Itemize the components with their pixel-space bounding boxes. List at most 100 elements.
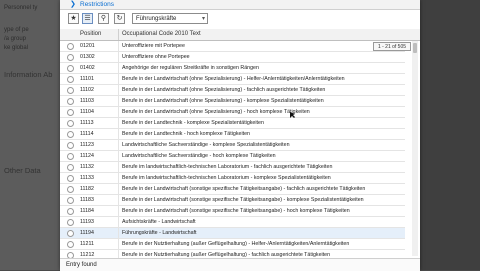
row-radio-button[interactable] [67,153,74,160]
table-row[interactable]: 11183 Berufe in der Landwirtschaft (sonst… [60,195,405,206]
table-row[interactable]: 11124 Landwirtschaftliche Sachverständige… [60,151,405,162]
row-radio-button[interactable] [67,131,74,138]
row-divider [118,74,119,84]
row-occupation-text: Berufe in der Landtechnik - hoch komplex… [122,131,250,137]
row-position-code: 11114 [80,131,94,137]
row-divider [118,206,119,216]
table-row[interactable]: 01201 Unteroffiziere mit Portepee [60,41,405,52]
row-occupation-text: Berufe im landwirtschaftlich-technischen… [122,164,333,170]
row-occupation-text: Unteroffiziere mit Portepee [122,43,185,49]
row-radio-button[interactable] [67,142,74,149]
row-occupation-text: Landwirtschaftliche Sachverständige - ho… [122,153,276,159]
row-occupation-text: Berufe in der Landwirtschaft (ohne Spezi… [122,87,326,93]
row-occupation-text: Berufe in der Landwirtschaft (sonstige s… [122,186,366,192]
table-row[interactable]: 01302 Unteroffiziere ohne Portepee [60,52,405,63]
row-divider [118,118,119,128]
row-radio-button[interactable] [67,164,74,171]
row-radio-button[interactable] [67,65,74,72]
search-icon[interactable]: ⚲ [98,13,109,24]
table-row[interactable]: 11102 Berufe in der Landwirtschaft (ohne … [60,85,405,96]
status-text: Entry found [66,262,97,268]
table-row[interactable]: 11101 Berufe in der Landwirtschaft (ohne … [60,74,405,85]
column-divider[interactable] [118,29,119,40]
row-radio-button[interactable] [67,54,74,61]
row-occupation-text: Berufe im landwirtschaftlich-technischen… [122,175,331,181]
row-position-code: 11113 [80,120,94,126]
table-row[interactable]: 11104 Berufe in der Landwirtschaft (ohne … [60,107,405,118]
filter-icon[interactable]: ☰ [82,13,93,24]
status-bar: Entry found [60,258,420,271]
row-occupation-text: Führungskräfte - Landwirtschaft [122,230,197,236]
row-position-code: 11102 [80,87,94,93]
table-row[interactable]: 11114 Berufe in der Landtechnik - hoch ko… [60,129,405,140]
background-label: ype of pe [4,27,29,33]
row-position-code: 01201 [80,43,95,49]
expand-chevron-icon[interactable]: ❯ [70,0,76,9]
vertical-scrollbar[interactable] [412,41,418,256]
table-row[interactable]: 11211 Berufe in der Nutztierhaltung (auße… [60,239,405,250]
row-position-code: 11123 [80,142,94,148]
row-counter: 1 - 21 of 505 [373,42,411,51]
row-occupation-text: Berufe in der Landwirtschaft (ohne Spezi… [122,109,310,115]
row-radio-button[interactable] [67,208,74,215]
row-radio-button[interactable] [67,219,74,226]
row-radio-button[interactable] [67,197,74,204]
row-radio-button[interactable] [67,230,74,237]
table-row[interactable]: 11132 Berufe im landwirtschaftlich-techni… [60,162,405,173]
row-divider [118,151,119,161]
row-divider [118,184,119,194]
row-divider [118,107,119,117]
row-divider [118,228,119,238]
row-radio-button[interactable] [67,186,74,193]
row-divider [118,140,119,150]
row-occupation-text: Angehörige der regulären Streitkräfte in… [122,65,259,71]
row-divider [118,52,119,62]
column-header-text[interactable]: Occupational Code 2010 Text [122,29,201,40]
table-row[interactable]: 11113 Berufe in der Landtechnik - komplex… [60,118,405,129]
row-divider [118,129,119,139]
restrictions-dialog: ❯ Restrictions ★ ☰ ⚲ ↻ Führungskräfte ▾ … [60,0,420,271]
chevron-down-icon: ▾ [201,16,205,22]
table-row[interactable]: 11182 Berufe in der Landwirtschaft (sonst… [60,184,405,195]
table-row[interactable]: 11184 Berufe in der Landwirtschaft (sonst… [60,206,405,217]
row-position-code: 11132 [80,164,94,170]
row-position-code: 11194 [80,230,94,236]
row-radio-button[interactable] [67,241,74,248]
row-position-code: 11104 [80,109,94,115]
row-radio-button[interactable] [67,120,74,127]
row-position-code: 11183 [80,197,94,203]
table-row[interactable]: 11133 Berufe im landwirtschaftlich-techni… [60,173,405,184]
row-divider [118,85,119,95]
table-row[interactable]: 11193 Aufsichtskräfte - Landwirtschaft [60,217,405,228]
column-header-position[interactable]: Position [80,29,101,40]
row-occupation-text: Berufe in der Landwirtschaft (sonstige s… [122,208,350,214]
table-row[interactable]: 11194 Führungskräfte - Landwirtschaft [60,228,405,239]
row-radio-button[interactable] [67,87,74,94]
toolbar: ★ ☰ ⚲ ↻ Führungskräfte ▾ [60,10,420,28]
restriction-select[interactable]: Führungskräfte ▾ [132,13,208,24]
refresh-icon[interactable]: ↻ [114,13,125,24]
scrollbar-thumb[interactable] [413,43,417,53]
row-radio-button[interactable] [67,43,74,50]
row-radio-button[interactable] [67,76,74,83]
dialog-header: ❯ Restrictions [60,0,420,10]
background-section-title: Information Ab [4,70,53,79]
table-row[interactable]: 11103 Berufe in der Landwirtschaft (ohne … [60,96,405,107]
row-position-code: 11211 [80,241,94,247]
table-row[interactable]: 11123 Landwirtschaftliche Sachverständige… [60,140,405,151]
dialog-title[interactable]: Restrictions [80,0,114,9]
row-occupation-text: Landwirtschaftliche Sachverständige - ko… [122,142,290,148]
row-divider [118,63,119,73]
row-radio-button[interactable] [67,98,74,105]
background-label: Personnel ty [4,5,38,11]
row-radio-button[interactable] [67,175,74,182]
row-occupation-text: Berufe in der Landwirtschaft (ohne Spezi… [122,98,324,104]
table-header: Position Occupational Code 2010 Text [60,29,420,41]
cursor-icon [290,112,295,118]
row-radio-button[interactable] [67,109,74,116]
row-position-code: 11103 [80,98,94,104]
table-row[interactable]: 01402 Angehörige der regulären Streitkräf… [60,63,405,74]
row-occupation-text: Unteroffiziere ohne Portepee [122,54,190,60]
background-label: ke global [4,45,29,51]
star-icon[interactable]: ★ [68,13,79,24]
